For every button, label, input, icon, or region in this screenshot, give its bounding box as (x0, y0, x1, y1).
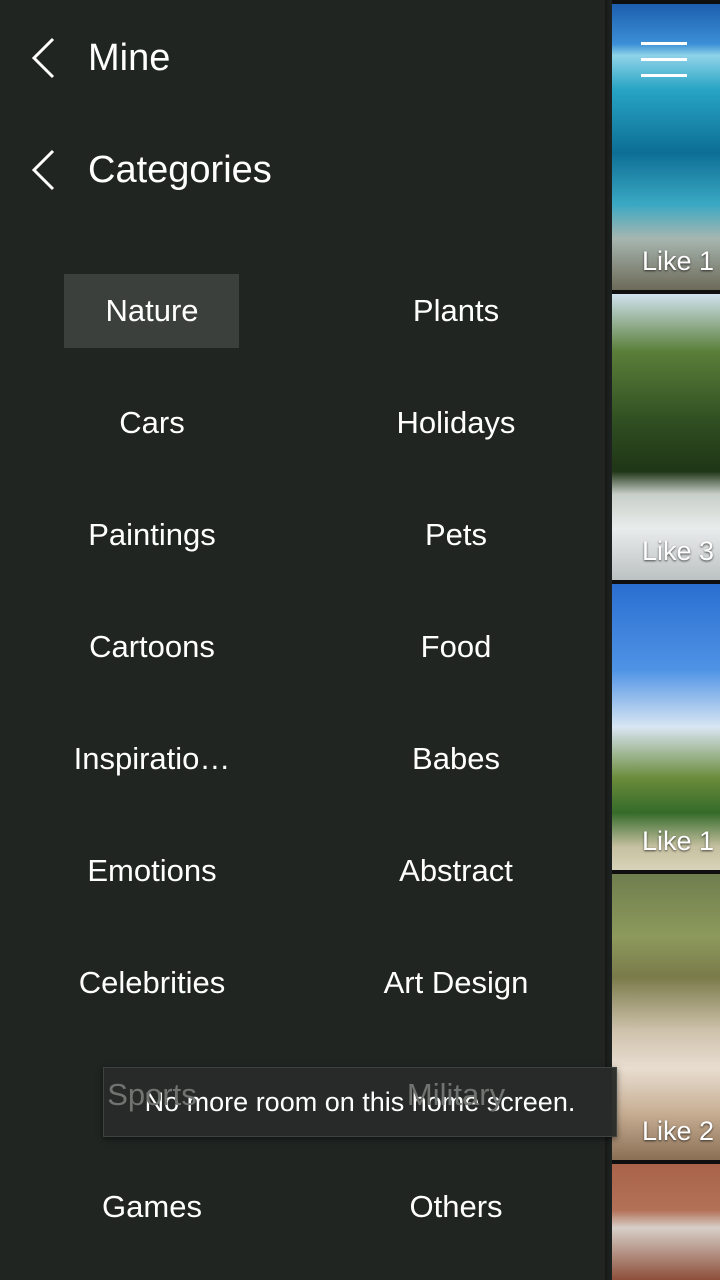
wallpaper-thumbnail[interactable]: Like 3 (612, 294, 720, 580)
category-item-others[interactable]: Others (304, 1169, 608, 1245)
category-label: Cartoons (89, 629, 215, 664)
back-chevron-icon (31, 37, 55, 79)
back-chevron-icon (31, 149, 55, 191)
category-label: Celebrities (78, 965, 226, 1000)
mine-label: Mine (88, 37, 171, 79)
category-label: Paintings (88, 517, 216, 552)
category-label: Nature (105, 293, 199, 328)
category-item-art-design[interactable]: Art Design (304, 945, 608, 1021)
category-label: Military (406, 1077, 506, 1112)
category-label: Food (420, 629, 492, 664)
like-count: Like 1 (642, 246, 715, 276)
category-item-pets[interactable]: Pets (304, 497, 608, 573)
toast-text: No more room on this home screen. (144, 1086, 576, 1117)
category-label: Games (102, 1189, 202, 1224)
category-label: Pets (424, 517, 488, 552)
category-item-holidays[interactable]: Holidays (304, 385, 608, 461)
screen: Mine Categories Nature Plants Cars Holid… (0, 0, 720, 1280)
category-label: Babes (412, 741, 500, 776)
category-label: Cars (119, 405, 185, 440)
wallpaper-list[interactable]: Like 1 Like 3 Like 1 Like 2 (612, 0, 720, 1280)
category-item-inspiration[interactable]: Inspiratio… (0, 721, 304, 797)
category-label: Art Design (383, 965, 529, 1000)
category-item-cartoons[interactable]: Cartoons (0, 609, 304, 685)
wallpaper-thumbnail[interactable]: Like 1 (612, 4, 720, 290)
category-item-nature[interactable]: Nature (0, 273, 304, 349)
category-label: Others (409, 1189, 503, 1224)
category-item-plants[interactable]: Plants (304, 273, 608, 349)
category-label: Plants (412, 293, 500, 328)
hamburger-menu-icon[interactable] (641, 42, 687, 78)
category-item-food[interactable]: Food (304, 609, 608, 685)
like-count: Like 1 (642, 826, 715, 856)
category-item-celebrities[interactable]: Celebrities (0, 945, 304, 1021)
category-label: Sports (107, 1077, 197, 1112)
category-item-cars[interactable]: Cars (0, 385, 304, 461)
categories-label: Categories (88, 149, 272, 191)
like-count: Like 3 (642, 536, 715, 566)
category-label: Holidays (396, 405, 516, 440)
category-item-games[interactable]: Games (0, 1169, 304, 1245)
categories-nav-row[interactable]: Categories (0, 120, 610, 220)
category-label: Emotions (87, 853, 217, 888)
wallpaper-thumbnail[interactable] (612, 1164, 720, 1280)
wallpaper-thumbnail[interactable]: Like 2 (612, 874, 720, 1160)
category-item-babes[interactable]: Babes (304, 721, 608, 797)
category-label: Abstract (399, 853, 513, 888)
mine-nav-row[interactable]: Mine (0, 8, 610, 108)
like-count: Like 2 (642, 1116, 715, 1146)
category-label: Inspiratio… (73, 741, 231, 776)
wallpaper-thumbnail[interactable]: Like 1 (612, 584, 720, 870)
category-item-paintings[interactable]: Paintings (0, 497, 304, 573)
category-item-abstract[interactable]: Abstract (304, 833, 608, 909)
category-item-emotions[interactable]: Emotions (0, 833, 304, 909)
